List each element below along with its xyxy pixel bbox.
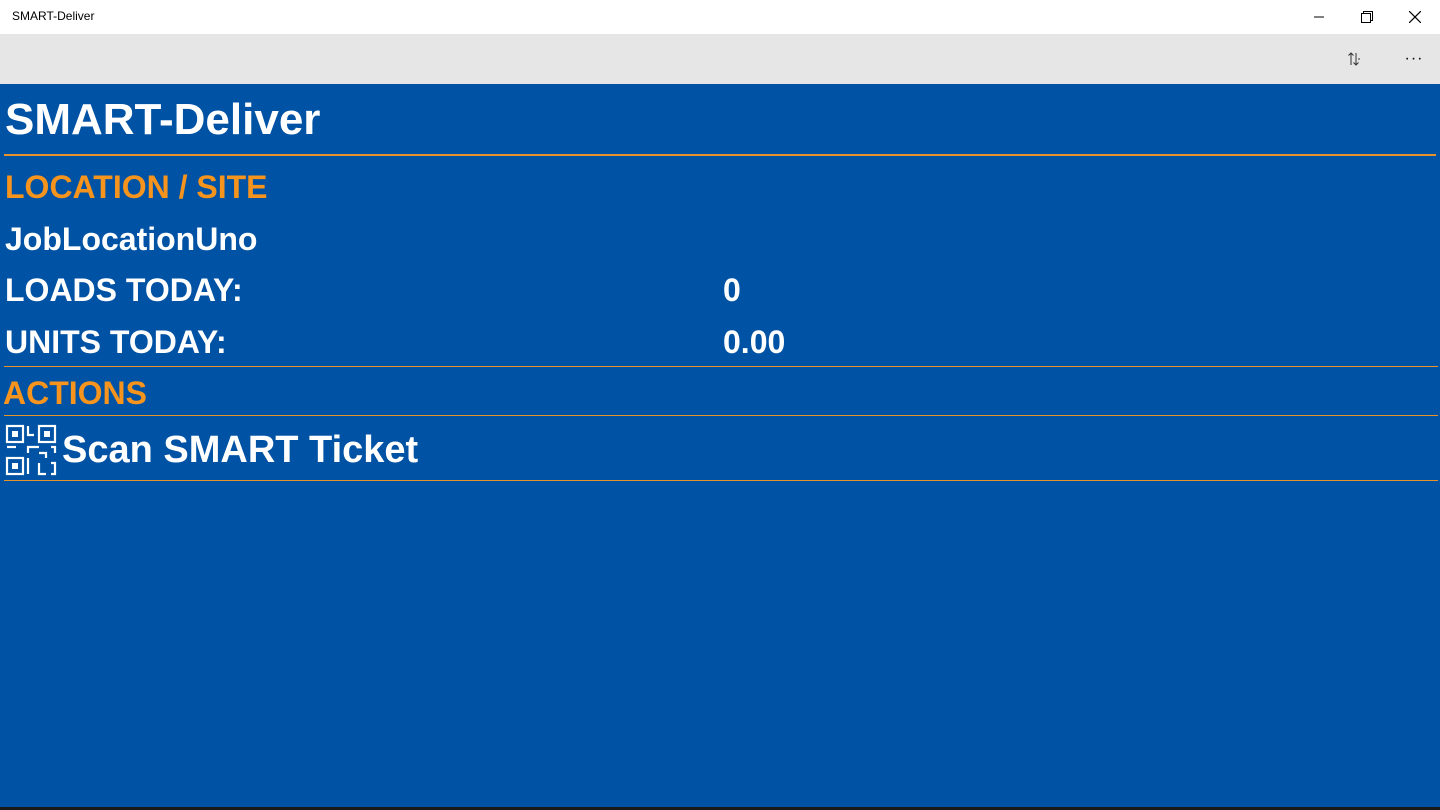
page-title: SMART-Deliver	[5, 95, 321, 144]
window-titlebar: SMART-Deliver	[0, 0, 1440, 34]
loads-today-label: LOADS TODAY:	[5, 272, 243, 308]
restore-button[interactable]	[1344, 0, 1390, 34]
sort-icon	[1348, 52, 1360, 66]
main-content: SMART-Deliver LOCATION / SITE JobLocatio…	[0, 84, 1440, 810]
close-icon	[1409, 11, 1421, 23]
minimize-button[interactable]	[1296, 0, 1342, 34]
units-today-label: UNITS TODAY:	[5, 324, 227, 360]
minimize-icon	[1314, 16, 1324, 18]
location-value: JobLocationUno	[5, 221, 258, 257]
scan-ticket-button[interactable]: Scan SMART Ticket	[4, 420, 1434, 480]
more-button[interactable]: ···	[1392, 34, 1436, 84]
qr-code-icon	[5, 424, 57, 476]
actions-header: ACTIONS	[3, 375, 147, 411]
close-button[interactable]	[1392, 0, 1438, 34]
loads-today-value: 0	[723, 272, 741, 308]
actions-divider	[4, 415, 1438, 416]
units-today-value: 0.00	[723, 324, 786, 360]
more-icon: ···	[1404, 50, 1424, 67]
title-divider	[4, 154, 1436, 156]
stats-divider	[4, 366, 1438, 367]
window-title: SMART-Deliver	[12, 9, 95, 23]
scan-divider	[4, 480, 1438, 481]
scan-ticket-label: Scan SMART Ticket	[62, 429, 419, 471]
location-header: LOCATION / SITE	[5, 169, 268, 205]
restore-icon	[1361, 11, 1373, 23]
command-bar: ···	[0, 34, 1440, 84]
sort-button[interactable]	[1332, 34, 1376, 84]
